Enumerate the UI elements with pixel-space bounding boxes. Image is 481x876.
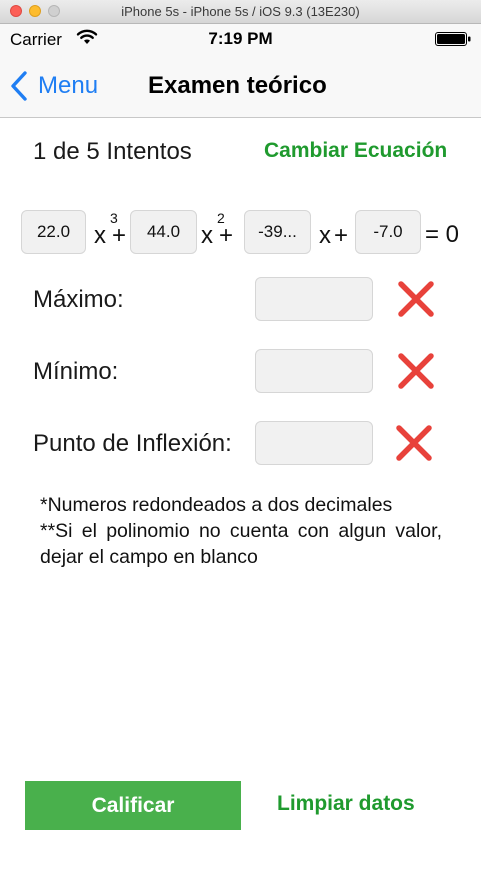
- navigation-bar: Menu Examen teórico: [0, 54, 481, 118]
- equation-equals-zero: = 0: [425, 221, 460, 248]
- chevron-left-icon: [11, 71, 27, 101]
- maximum-label: Máximo:: [33, 286, 124, 313]
- minimum-label: Mínimo:: [33, 358, 119, 385]
- instructions-note: *Numeros redondeados a dos decimales **S…: [40, 492, 442, 570]
- grade-button[interactable]: Calificar: [25, 781, 241, 830]
- clock-time: 7:19 PM: [208, 29, 273, 48]
- blank-field-note: **Si el polinomio no cuenta con algun va…: [40, 520, 442, 568]
- incorrect-x-icon: [398, 353, 434, 389]
- equation-var-x3: x: [94, 222, 106, 249]
- equation-var-x2: x: [201, 222, 213, 249]
- rounding-note: *Numeros redondeados a dos decimales: [40, 494, 393, 516]
- equation-plus-2: +: [219, 222, 234, 249]
- battery-icon: [435, 32, 471, 46]
- maximum-input[interactable]: [255, 277, 373, 321]
- incorrect-x-icon: [396, 425, 432, 461]
- equation-plus-3: +: [334, 222, 349, 249]
- simulator-window: iPhone 5s - iPhone 5s / iOS 9.3 (13E230)…: [0, 0, 481, 876]
- attempts-counter: 1 de 5 Intentos: [33, 138, 192, 165]
- inflection-point-label: Punto de Inflexión:: [33, 430, 232, 457]
- coefficient-x-input[interactable]: -39...: [244, 210, 311, 254]
- equation-var-x: x: [319, 222, 331, 249]
- coefficient-x3-input[interactable]: 22.0: [21, 210, 86, 254]
- change-equation-button[interactable]: Cambiar Ecuación: [264, 139, 447, 163]
- inflection-point-input[interactable]: [255, 421, 373, 465]
- coefficient-x2-input[interactable]: 44.0: [130, 210, 197, 254]
- equation-plus-1: +: [112, 222, 127, 249]
- incorrect-x-icon: [398, 281, 434, 317]
- simulator-titlebar: iPhone 5s - iPhone 5s / iOS 9.3 (13E230): [0, 0, 481, 24]
- page-title: Examen teórico: [148, 72, 327, 99]
- clear-data-button[interactable]: Limpiar datos: [277, 792, 415, 816]
- back-button[interactable]: Menu: [10, 68, 98, 104]
- status-bar: Carrier 7:19 PM: [0, 24, 481, 54]
- minimum-input[interactable]: [255, 349, 373, 393]
- window-title: iPhone 5s - iPhone 5s / iOS 9.3 (13E230): [121, 4, 360, 19]
- back-label: Menu: [38, 72, 99, 99]
- coefficient-constant-input[interactable]: -7.0: [355, 210, 421, 254]
